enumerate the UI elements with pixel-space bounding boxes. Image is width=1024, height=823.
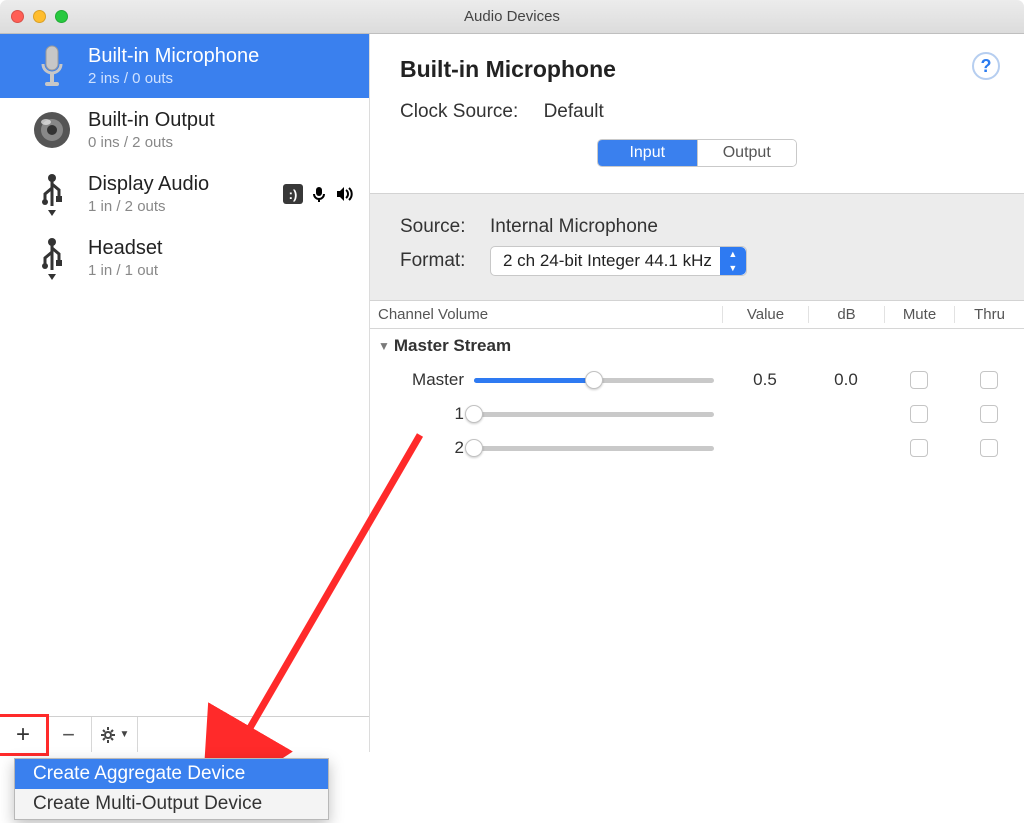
device-sidebar: Built-in Microphone 2 ins / 0 outs Built… [0,34,370,752]
channel-name: Master [400,370,474,390]
stream-name: Master Stream [394,336,511,355]
clock-source-label: Clock Source: [400,101,518,122]
channel-row: 1 [370,397,1024,431]
source-value: Internal Microphone [490,216,658,238]
add-device-menu: Create Aggregate Device Create Multi-Out… [14,758,329,820]
thru-checkbox[interactable] [980,371,998,389]
clock-source-value: Default [544,101,604,122]
channel-table-body: ▼ Master Stream Master 0.5 0.0 [370,329,1024,465]
clock-source-row: Clock Source: Default [400,101,994,123]
channel-name: 2 [400,438,474,458]
format-select[interactable]: 2 ch 24-bit Integer 44.1 kHz ▲▼ [490,246,747,276]
mic-badge-icon [309,184,329,204]
chevron-down-icon: ▼ [120,729,130,740]
source-label: Source: [400,216,490,238]
device-built-in-microphone[interactable]: Built-in Microphone 2 ins / 0 outs [0,34,369,98]
device-io-count: 1 in / 1 out [88,262,369,279]
microphone-icon [28,44,76,88]
speaker-icon [28,108,76,152]
help-button[interactable]: ? [972,52,1000,80]
channel-db: 0.0 [808,370,884,390]
format-label: Format: [400,250,490,272]
column-mute[interactable]: Mute [884,306,954,323]
finder-badge-icon: :) [283,184,303,204]
channel-name: 1 [400,404,474,424]
channel-value: 0.5 [722,370,808,390]
device-io-count: 2 ins / 0 outs [88,70,369,87]
sidebar-toolbar: + − ▼ [0,716,369,752]
column-db[interactable]: dB [808,306,884,323]
device-status-badges: :) [283,184,355,204]
device-name: Display Audio [88,173,283,196]
add-device-button[interactable]: + [0,714,49,756]
format-value: 2 ch 24-bit Integer 44.1 kHz [503,251,712,271]
stepper-icon: ▲▼ [720,247,746,275]
column-thru[interactable]: Thru [954,306,1024,323]
thru-checkbox[interactable] [980,439,998,457]
gear-icon [100,726,118,744]
mute-checkbox[interactable] [910,405,928,423]
device-name: Headset [88,237,369,260]
titlebar: Audio Devices [0,0,1024,34]
remove-device-button[interactable]: − [46,717,92,752]
device-name: Built-in Microphone [88,45,369,68]
panel-title: Built-in Microphone [400,56,994,83]
mute-checkbox[interactable] [910,371,928,389]
tab-input[interactable]: Input [598,140,697,166]
volume-slider-1[interactable] [474,403,714,425]
volume-slider-2[interactable] [474,437,714,459]
thru-checkbox[interactable] [980,405,998,423]
channel-row: Master 0.5 0.0 [370,363,1024,397]
device-actions-menu-button[interactable]: ▼ [92,717,138,752]
stream-row[interactable]: ▼ Master Stream [370,329,1024,363]
channel-table-header: Channel Volume Value dB Mute Thru [370,301,1024,329]
speaker-badge-icon [335,184,355,204]
device-list: Built-in Microphone 2 ins / 0 outs Built… [0,34,369,716]
volume-slider-master[interactable] [474,369,714,391]
device-built-in-output[interactable]: Built-in Output 0 ins / 2 outs [0,98,369,162]
channel-row: 2 [370,431,1024,465]
column-channel[interactable]: Channel Volume [370,306,722,323]
window-title: Audio Devices [0,8,1024,25]
mute-checkbox[interactable] [910,439,928,457]
device-display-audio[interactable]: Display Audio 1 in / 2 outs :) [0,162,369,226]
device-io-count: 0 ins / 2 outs [88,134,369,151]
device-name: Built-in Output [88,109,369,132]
menu-item-create-aggregate[interactable]: Create Aggregate Device [15,759,328,789]
device-detail-panel: Built-in Microphone ? Clock Source: Defa… [370,34,1024,752]
tab-output[interactable]: Output [697,140,797,166]
column-value[interactable]: Value [722,306,808,323]
disclosure-triangle-icon[interactable]: ▼ [378,339,390,353]
menu-item-create-multi-output[interactable]: Create Multi-Output Device [15,789,328,819]
device-headset[interactable]: Headset 1 in / 1 out [0,226,369,290]
io-tabs: Input Output [597,139,797,167]
usb-icon [28,172,76,216]
device-io-count: 1 in / 2 outs [88,198,283,215]
usb-icon [28,236,76,280]
